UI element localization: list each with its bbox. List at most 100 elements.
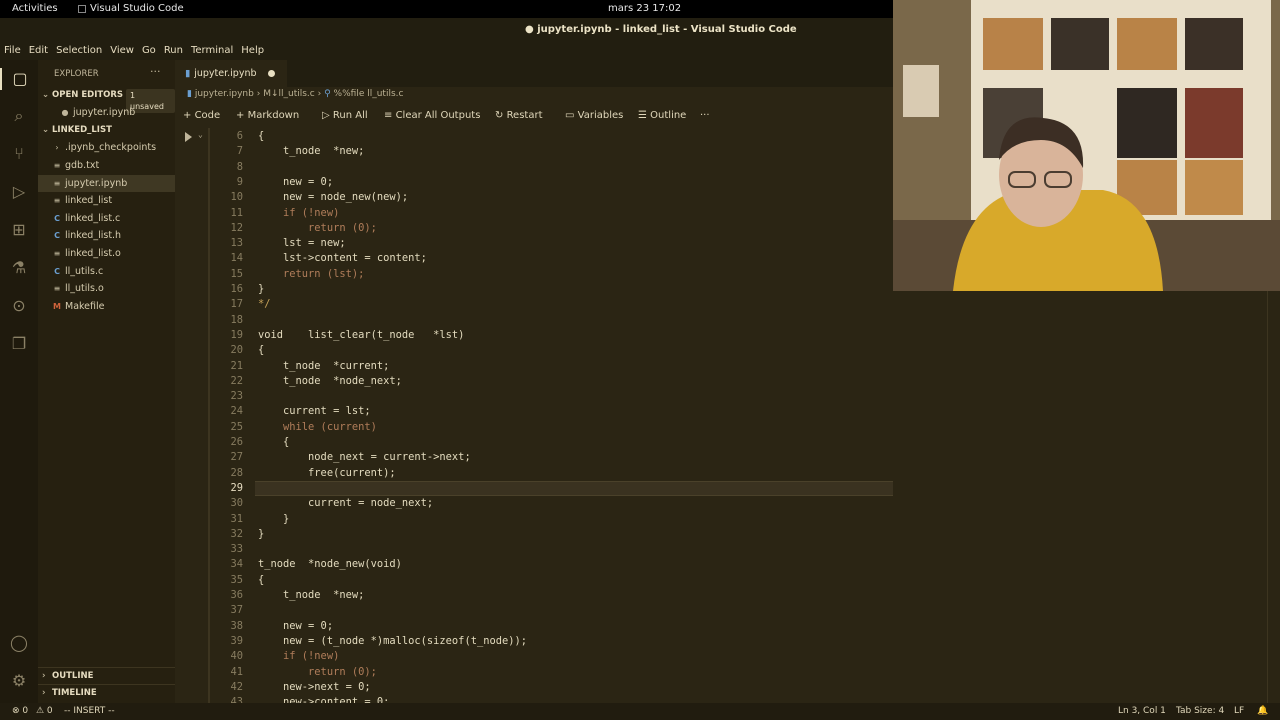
explorer-more-icon[interactable]: ···: [150, 65, 161, 78]
line-ending[interactable]: LF: [1234, 706, 1244, 716]
menu-terminal[interactable]: Terminal: [187, 42, 237, 60]
code-line[interactable]: new = (t_node *)malloc(sizeof(t_node));: [258, 635, 527, 647]
menu-selection[interactable]: Selection: [52, 42, 106, 60]
code-line[interactable]: {: [258, 130, 264, 142]
cursor-position[interactable]: Ln 3, Col 1: [1118, 706, 1166, 716]
tree-item-label: jupyter.ipynb: [65, 178, 128, 189]
code-cell[interactable]: ⌄ 6 {7 t_node *new; 8 9 new = 0; 10 new = no…: [175, 128, 893, 708]
code-line[interactable]: new = node_new(new);: [258, 191, 408, 203]
code-line[interactable]: return (0);: [258, 222, 377, 234]
menu-view[interactable]: View: [106, 42, 138, 60]
explorer-icon[interactable]: ▢: [0, 68, 38, 90]
line-number: 21: [230, 359, 243, 372]
activities-button[interactable]: Activities: [12, 3, 58, 14]
line-number: 35: [230, 573, 243, 586]
breadcrumb-item[interactable]: jupyter.ipynb: [195, 89, 254, 99]
code-line[interactable]: {: [258, 344, 264, 356]
source-control-icon[interactable]: ⑂: [8, 143, 30, 165]
code-line[interactable]: {: [258, 436, 289, 448]
unsaved-dot-icon[interactable]: [268, 70, 275, 77]
code-line[interactable]: */: [258, 298, 271, 310]
menu-go[interactable]: Go: [138, 42, 160, 60]
tab-jupyter-ipynb[interactable]: ▮ jupyter.ipynb: [175, 60, 287, 87]
breadcrumb-item[interactable]: %%file ll_utils.c: [334, 89, 404, 99]
tree-item-linked-list-h[interactable]: Clinked_list.h: [38, 227, 175, 244]
settings-gear-icon[interactable]: ⚙: [8, 670, 30, 692]
file-lines-icon: ≡: [53, 249, 61, 258]
code-line[interactable]: current = node_next;: [258, 497, 433, 509]
outline-section[interactable]: › OUTLINE: [38, 667, 175, 684]
account-icon[interactable]: ◯: [8, 632, 30, 654]
code-line[interactable]: new = 0;: [258, 176, 333, 188]
code-line[interactable]: lst->content = content;: [258, 252, 427, 264]
tree-item-gdb-txt[interactable]: ≡ gdb.txt: [38, 157, 175, 174]
code-line[interactable]: }: [258, 513, 289, 525]
errors-count[interactable]: ⊗ 0: [12, 706, 28, 716]
testing-icon[interactable]: ⚗: [8, 257, 30, 279]
folder-section[interactable]: ⌄ LINKED_LIST: [38, 122, 175, 139]
code-line[interactable]: t_node *new;: [258, 145, 364, 157]
tree-item-ll-utils-o[interactable]: ≡ ll_utils.o: [38, 280, 175, 297]
line-number: 34: [230, 558, 243, 571]
tree-item-label: linked_list.o: [65, 248, 121, 259]
notifications-bell-icon[interactable]: 🔔: [1257, 706, 1268, 716]
remote-explorer-icon[interactable]: ⊙: [8, 295, 30, 317]
run-all-button[interactable]: ▷ Run All: [322, 110, 368, 121]
run-cell-icon[interactable]: [185, 132, 192, 142]
code-line[interactable]: {: [258, 574, 264, 586]
variables-button[interactable]: ▭ Variables: [565, 110, 623, 121]
warnings-count[interactable]: ⚠ 0: [36, 706, 53, 716]
code-line[interactable]: free(current);: [258, 467, 396, 479]
code-line[interactable]: if (!new): [258, 207, 339, 219]
menu-edit[interactable]: Edit: [25, 42, 52, 60]
tree-item-ipynb-checkpoints[interactable]: › .ipynb_checkpoints: [38, 139, 175, 156]
code-line[interactable]: t_node *new;: [258, 589, 364, 601]
add-markdown-button[interactable]: + Markdown: [236, 110, 299, 121]
code-line[interactable]: new->next = 0;: [258, 681, 371, 693]
add-code-button[interactable]: + Code: [183, 110, 220, 121]
run-debug-icon[interactable]: ▷: [8, 181, 30, 203]
restart-button[interactable]: ↻ Restart: [495, 110, 543, 121]
menu-file[interactable]: File: [0, 42, 25, 60]
timeline-section[interactable]: › TIMELINE: [38, 684, 175, 701]
tree-item-linked-list-o[interactable]: ≡ linked_list.o: [38, 245, 175, 262]
outline-button[interactable]: ☰ Outline: [638, 110, 686, 121]
clock[interactable]: mars 23 17:02: [608, 3, 681, 14]
code-line[interactable]: return (lst);: [258, 268, 364, 280]
code-line[interactable]: lst = new;: [258, 237, 346, 249]
code-line[interactable]: new = 0;: [258, 620, 333, 632]
tree-item-makefile[interactable]: M Makefile: [38, 298, 175, 315]
code-line[interactable]: t_node *current;: [258, 360, 389, 372]
code-line[interactable]: node_next = current->next;: [258, 451, 471, 463]
code-line[interactable]: if (!new): [258, 650, 339, 662]
chevron-down-icon[interactable]: ⌄: [198, 130, 203, 139]
editor-scrollbar[interactable]: [1267, 291, 1280, 703]
code-line[interactable]: t_node *node_next;: [258, 375, 402, 387]
clear-outputs-button[interactable]: ≡ Clear All Outputs: [384, 110, 480, 121]
tree-item-ll-utils-c[interactable]: Cll_utils.c: [38, 263, 175, 280]
tab-size[interactable]: Tab Size: 4: [1176, 706, 1224, 716]
app-menu[interactable]: Visual Studio Code: [78, 3, 184, 14]
code-line[interactable]: return (0);: [258, 666, 377, 678]
extensions-icon[interactable]: ⊞: [8, 219, 30, 241]
breadcrumb-item[interactable]: M↓ll_utils.c: [263, 89, 315, 99]
code-line[interactable]: }: [258, 283, 264, 295]
more-actions-icon[interactable]: ···: [700, 110, 710, 121]
code-line[interactable]: void list_clear(t_node *lst): [258, 329, 464, 341]
code-line[interactable]: current = lst;: [258, 405, 371, 417]
menu-run[interactable]: Run: [160, 42, 187, 60]
code-line[interactable]: }: [258, 528, 264, 540]
open-editors-section[interactable]: ⌄ OPEN EDITORS 1 unsaved: [38, 87, 175, 113]
tree-item-linked-list[interactable]: ≡ linked_list: [38, 192, 175, 209]
window-title: ● jupyter.ipynb - linked_list - Visual S…: [525, 24, 797, 35]
tree-item-jupyter-ipynb[interactable]: ≡ jupyter.ipynb: [38, 175, 175, 192]
line-number: 32: [230, 527, 243, 540]
code-line[interactable]: t_node *node_new(void): [258, 558, 402, 570]
open-editor-item[interactable]: ● jupyter.ipynb: [38, 104, 175, 121]
tree-item-linked-list-c[interactable]: Clinked_list.c: [38, 210, 175, 227]
search-icon[interactable]: ⌕: [8, 105, 30, 127]
pages-icon[interactable]: ❐: [8, 333, 30, 355]
menu-help[interactable]: Help: [237, 42, 268, 60]
current-line-highlight: [255, 480, 893, 496]
code-line[interactable]: while (current): [258, 421, 377, 433]
